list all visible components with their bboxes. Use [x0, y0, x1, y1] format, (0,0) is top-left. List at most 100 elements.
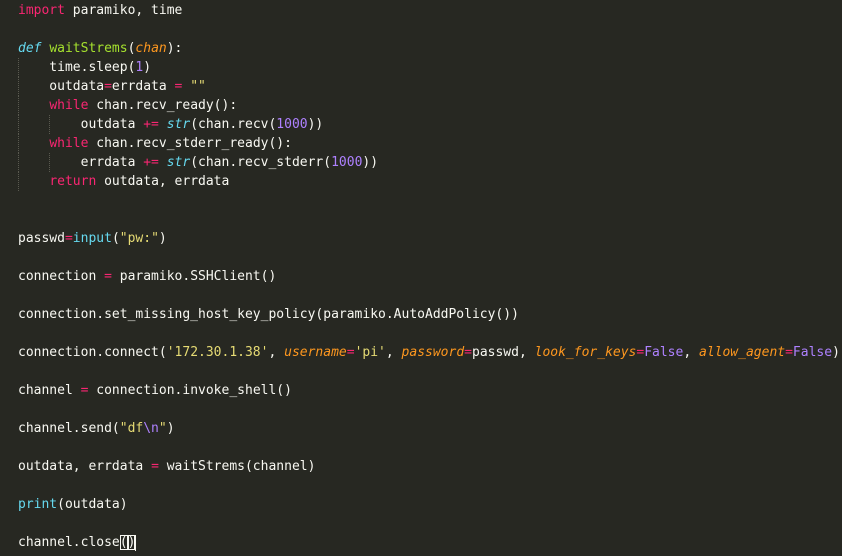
code-token: ( — [119, 535, 128, 550]
code-line[interactable]: channel.send("df\n") — [0, 419, 842, 438]
code-token: chan.recv_ready(): — [88, 98, 238, 113]
code-token: connection.invoke_shell() — [88, 383, 292, 398]
code-token: str — [166, 117, 191, 132]
indent-guide — [49, 153, 51, 172]
code-token: )) — [307, 117, 324, 132]
code-token: 1000 — [276, 117, 308, 132]
code-token: False — [792, 345, 833, 360]
code-token: errdata — [111, 79, 175, 94]
code-line[interactable]: outdata, errdata = waitStrems(channel) — [0, 457, 842, 476]
code-line[interactable]: outdata += str(chan.recv(1000)) — [0, 115, 842, 134]
code-token: (chan.recv( — [190, 117, 277, 132]
code-line[interactable] — [0, 362, 842, 381]
indent-guide — [18, 134, 20, 153]
code-token: "pw:" — [119, 231, 159, 246]
code-token: passwd, — [472, 345, 535, 360]
code-token: paramiko.SSHClient() — [111, 269, 277, 284]
code-line[interactable] — [0, 324, 842, 343]
code-line[interactable]: def waitStrems(chan): — [0, 39, 842, 58]
code-token: channel.close — [18, 535, 120, 550]
code-token: connection — [18, 269, 105, 284]
code-token: str — [166, 155, 191, 170]
code-line[interactable]: connection.connect('172.30.1.38', userna… — [0, 343, 842, 362]
code-token: ( — [111, 231, 120, 246]
code-token: += — [143, 155, 159, 170]
code-token: time.sleep( — [18, 60, 136, 75]
code-token: channel — [18, 383, 81, 398]
code-token: print — [18, 497, 58, 512]
code-token: ) — [166, 421, 175, 436]
code-line[interactable]: while chan.recv_ready(): — [0, 96, 842, 115]
indent-guide — [18, 153, 20, 172]
code-token: 'pi' — [354, 345, 386, 360]
code-line[interactable] — [0, 248, 842, 267]
code-token: while — [49, 136, 89, 151]
code-token: += — [143, 117, 159, 132]
code-token: "df — [119, 421, 144, 436]
code-token: input — [72, 231, 112, 246]
code-token: passwd — [18, 231, 65, 246]
code-line[interactable] — [0, 438, 842, 457]
code-token: ) — [127, 535, 136, 550]
code-token: channel.send( — [18, 421, 120, 436]
code-line[interactable] — [0, 514, 842, 533]
code-token: ) — [832, 345, 840, 360]
code-token: False — [644, 345, 684, 360]
code-line[interactable]: connection = paramiko.SSHClient() — [0, 267, 842, 286]
indent-guide — [18, 96, 20, 115]
code-token: ) — [143, 60, 152, 75]
code-line[interactable] — [0, 191, 842, 210]
code-line[interactable]: passwd=input("pw:") — [0, 229, 842, 248]
code-token: chan.recv_stderr_ready(): — [88, 136, 292, 151]
code-token: def — [18, 41, 42, 56]
code-line[interactable]: print(outdata) — [0, 495, 842, 514]
indent-guide — [49, 115, 51, 134]
code-token: outdata, errdata — [18, 459, 152, 474]
code-token: paramiko, time — [64, 3, 183, 18]
code-token: = — [104, 79, 112, 94]
code-token: while — [49, 98, 89, 113]
code-token: outdata — [18, 117, 144, 132]
code-line[interactable]: while chan.recv_stderr_ready(): — [0, 134, 842, 153]
code-token: , — [268, 345, 285, 360]
code-editor[interactable]: import paramiko, time def waitStrems(chan… — [0, 0, 842, 556]
code-token: allow_agent — [699, 345, 786, 360]
code-line[interactable]: return outdata, errdata — [0, 172, 842, 191]
code-line[interactable] — [0, 20, 842, 39]
code-token: 1000 — [331, 155, 363, 170]
code-token: connection.set_missing_host_key_policy(p… — [18, 307, 519, 322]
code-token: ) — [158, 231, 167, 246]
code-line[interactable]: errdata += str(chan.recv_stderr(1000)) — [0, 153, 842, 172]
code-line[interactable] — [0, 286, 842, 305]
code-line[interactable]: connection.set_missing_host_key_policy(p… — [0, 305, 842, 324]
code-line[interactable] — [0, 400, 842, 419]
code-line[interactable] — [0, 476, 842, 495]
code-token: (chan.recv_stderr( — [190, 155, 332, 170]
code-token: waitStrems(channel) — [158, 459, 316, 474]
code-token: errdata — [18, 155, 144, 170]
code-token: )) — [362, 155, 379, 170]
text-cursor — [135, 534, 137, 551]
code-line[interactable]: channel.close() — [0, 533, 842, 552]
code-token: connection.connect( — [18, 345, 167, 360]
code-line[interactable]: outdata=errdata = "" — [0, 77, 842, 96]
indent-guide — [18, 172, 20, 191]
indent-guide — [18, 77, 20, 96]
code-token: password — [401, 345, 465, 360]
code-token: '172.30.1.38' — [166, 345, 269, 360]
code-line[interactable] — [0, 210, 842, 229]
code-token: " — [158, 421, 167, 436]
code-line[interactable]: import paramiko, time — [0, 1, 842, 20]
code-line[interactable]: channel = connection.invoke_shell() — [0, 381, 842, 400]
code-token: outdata — [18, 79, 105, 94]
code-line[interactable]: time.sleep(1) — [0, 58, 842, 77]
code-token: = — [104, 269, 112, 284]
code-token: (outdata) — [57, 497, 128, 512]
code-token: = — [151, 459, 159, 474]
code-token: return — [49, 174, 97, 189]
code-token: = — [785, 345, 793, 360]
